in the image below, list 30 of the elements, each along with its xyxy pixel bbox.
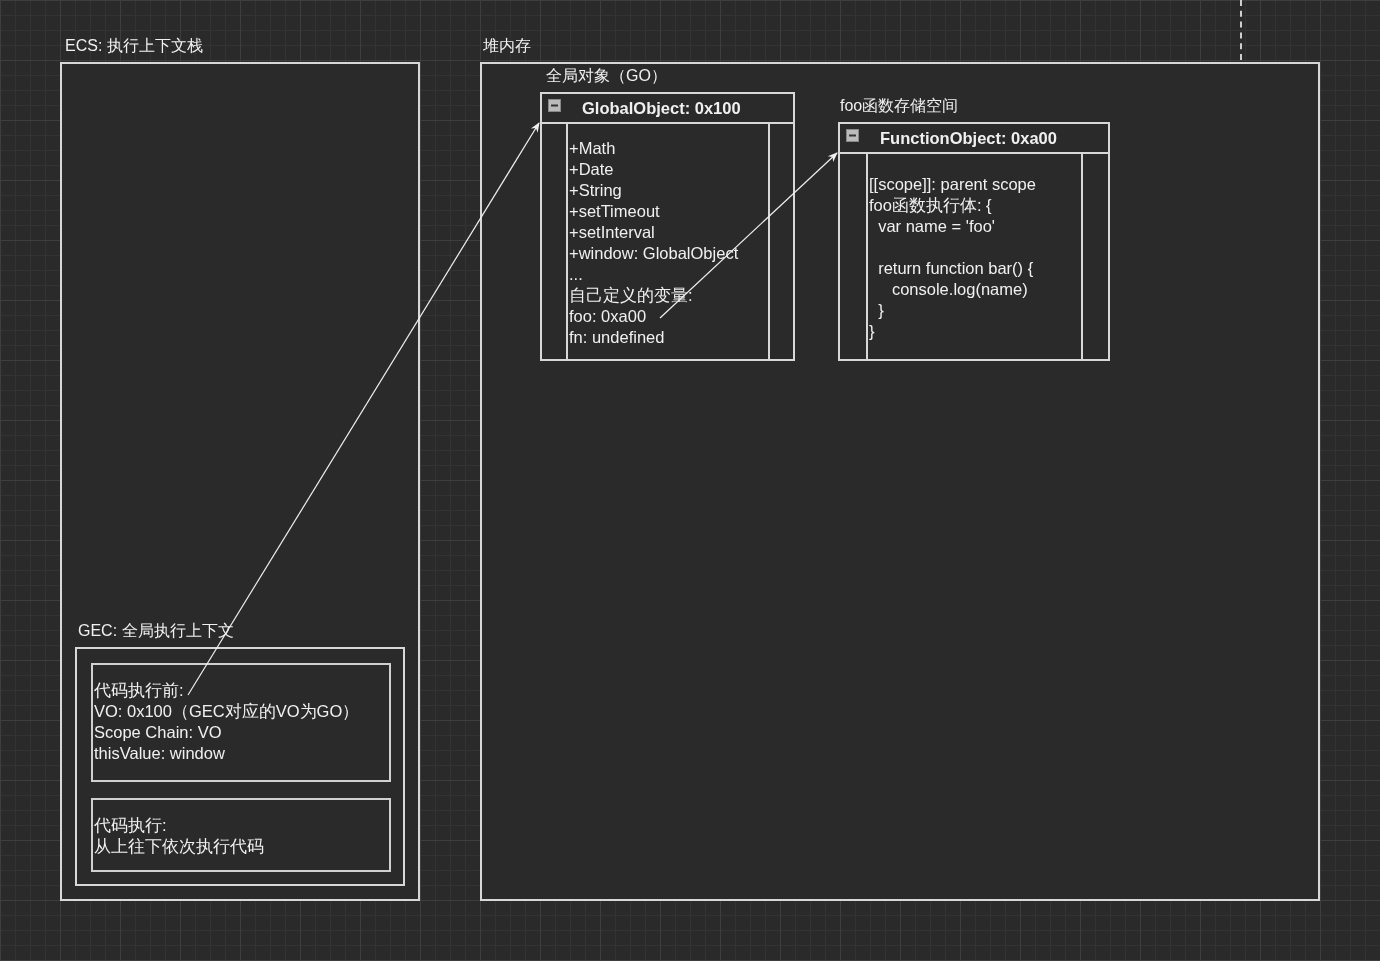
member-line: foo函数执行体: {: [869, 195, 993, 216]
object-header: FunctionObject: 0xa00: [880, 128, 1057, 148]
context-line: thisValue: window: [94, 743, 226, 764]
member-line: +Date: [569, 159, 615, 180]
collapse-icon[interactable]: [846, 128, 859, 142]
member-line: [[scope]]: parent scope: [869, 174, 1037, 195]
member-line: return function bar() {: [877, 258, 1035, 279]
context-line: 代码执行:: [94, 815, 168, 836]
member-line: console.log(name): [890, 279, 1029, 300]
member-line: fn: undefined: [569, 327, 666, 348]
member-line: 自己定义的变量:: [569, 285, 694, 306]
context-line: VO: 0x100（GEC对应的VO为GO）: [94, 701, 361, 722]
object-caption: foo函数存储空间: [840, 96, 959, 116]
member-line: }: [869, 321, 876, 342]
object-caption: 全局对象（GO）: [546, 66, 667, 86]
member-line: +String: [569, 180, 623, 201]
stack-title: ECS: 执行上下文栈: [65, 36, 203, 56]
member-line: +Math: [569, 138, 617, 159]
member-line: }: [877, 300, 885, 321]
heap-title: 堆内存: [483, 36, 531, 56]
collapse-icon[interactable]: [548, 98, 561, 112]
member-line: foo: 0xa00: [569, 306, 648, 327]
context-line: Scope Chain: VO: [94, 722, 223, 743]
member-line: +setInterval: [569, 222, 656, 243]
member-line: +setTimeout: [569, 201, 661, 222]
object-header: GlobalObject: 0x100: [582, 98, 741, 118]
member-line: ...: [569, 264, 584, 285]
member-line: var name = 'foo': [877, 216, 996, 237]
context-line: 从上往下依次执行代码: [94, 836, 265, 857]
context-line: 代码执行前:: [94, 680, 185, 701]
